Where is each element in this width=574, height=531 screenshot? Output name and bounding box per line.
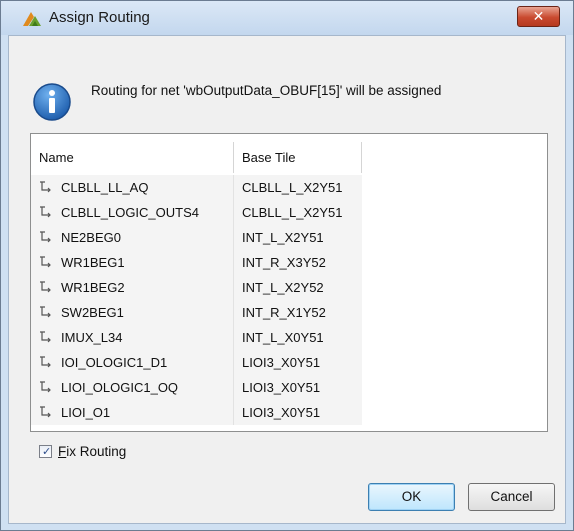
assign-routing-dialog: Assign Routing ✕ Routing for net 'wbOutp… [0,0,574,531]
routing-node-icon [40,181,51,193]
close-button[interactable]: ✕ [517,6,560,27]
table-row[interactable]: WR1BEG1 INT_R_X3Y52 [31,250,547,275]
routing-node-icon [40,256,51,268]
title-bar[interactable]: Assign Routing ✕ [1,1,573,35]
table-row[interactable]: CLBLL_LOGIC_OUTS4 CLBLL_L_X2Y51 [31,200,547,225]
row-name-cell: SW2BEG1 [31,300,234,325]
row-tile: INT_L_X0Y51 [234,325,362,350]
row-tile: INT_R_X3Y52 [234,250,362,275]
row-name: WR1BEG1 [61,255,125,270]
row-tile: CLBLL_L_X2Y51 [234,200,362,225]
row-name-cell: WR1BEG1 [31,250,234,275]
column-header-base-tile[interactable]: Base Tile [234,142,362,173]
row-name: SW2BEG1 [61,305,124,320]
row-tile: INT_R_X1Y52 [234,300,362,325]
row-name: CLBLL_LL_AQ [61,180,149,195]
ok-button[interactable]: OK [368,483,455,511]
table-row[interactable]: NE2BEG0 INT_L_X2Y51 [31,225,547,250]
table-body: CLBLL_LL_AQ CLBLL_L_X2Y51 CLBLL_LOGIC_OU… [31,175,547,425]
row-tile: INT_L_X2Y52 [234,275,362,300]
table-row[interactable]: IMUX_L34 INT_L_X0Y51 [31,325,547,350]
row-name-cell: IMUX_L34 [31,325,234,350]
table-row[interactable]: SW2BEG1 INT_R_X1Y52 [31,300,547,325]
checkmark-icon: ✓ [42,446,52,458]
routing-node-icon [40,331,51,343]
info-icon [33,83,71,121]
row-name: NE2BEG0 [61,230,121,245]
row-name: IMUX_L34 [61,330,123,345]
window-title: Assign Routing [49,9,150,26]
row-name-cell: WR1BEG2 [31,275,234,300]
row-name-cell: NE2BEG0 [31,225,234,250]
table-row[interactable]: LIOI_O1 LIOI3_X0Y51 [31,400,547,425]
row-name-cell: LIOI_O1 [31,400,234,425]
routing-node-icon [40,231,51,243]
cancel-button[interactable]: Cancel [468,483,555,511]
vivado-logo-icon [23,12,41,26]
routing-node-icon [40,306,51,318]
row-tile: INT_L_X2Y51 [234,225,362,250]
row-tile: LIOI3_X0Y51 [234,350,362,375]
table-row[interactable]: WR1BEG2 INT_L_X2Y52 [31,275,547,300]
row-name: IOI_OLOGIC1_D1 [61,355,168,370]
routing-message: Routing for net 'wbOutputData_OBUF[15]' … [91,83,442,98]
column-header-name[interactable]: Name [31,142,234,173]
row-tile: LIOI3_X0Y51 [234,375,362,400]
table-header: Name Base Tile [31,134,547,173]
fix-routing-label[interactable]: Fix Routing [58,444,126,459]
table-row[interactable]: CLBLL_LL_AQ CLBLL_L_X2Y51 [31,175,547,200]
routing-table[interactable]: Name Base Tile CLBLL_LL_AQ CLBLL_L_X2Y51… [30,133,548,432]
routing-node-icon [40,381,51,393]
row-name: WR1BEG2 [61,280,125,295]
routing-node-icon [40,356,51,368]
row-name: CLBLL_LOGIC_OUTS4 [61,205,200,220]
row-name-cell: CLBLL_LOGIC_OUTS4 [31,200,234,225]
row-name-cell: CLBLL_LL_AQ [31,175,234,200]
table-row[interactable]: IOI_OLOGIC1_D1 LIOI3_X0Y51 [31,350,547,375]
table-row[interactable]: LIOI_OLOGIC1_OQ LIOI3_X0Y51 [31,375,547,400]
row-tile: CLBLL_L_X2Y51 [234,175,362,200]
row-name: LIOI_OLOGIC1_OQ [61,380,179,395]
row-name-cell: LIOI_OLOGIC1_OQ [31,375,234,400]
fix-routing-checkbox[interactable]: ✓ [39,445,52,458]
row-tile: LIOI3_X0Y51 [234,400,362,425]
routing-node-icon [40,281,51,293]
fix-routing-label-rest: ix Routing [66,444,127,459]
routing-node-icon [40,206,51,218]
routing-node-icon [40,406,51,418]
row-name-cell: IOI_OLOGIC1_D1 [31,350,234,375]
fix-routing-mnemonic: F [58,444,67,459]
row-name: LIOI_O1 [61,405,111,420]
